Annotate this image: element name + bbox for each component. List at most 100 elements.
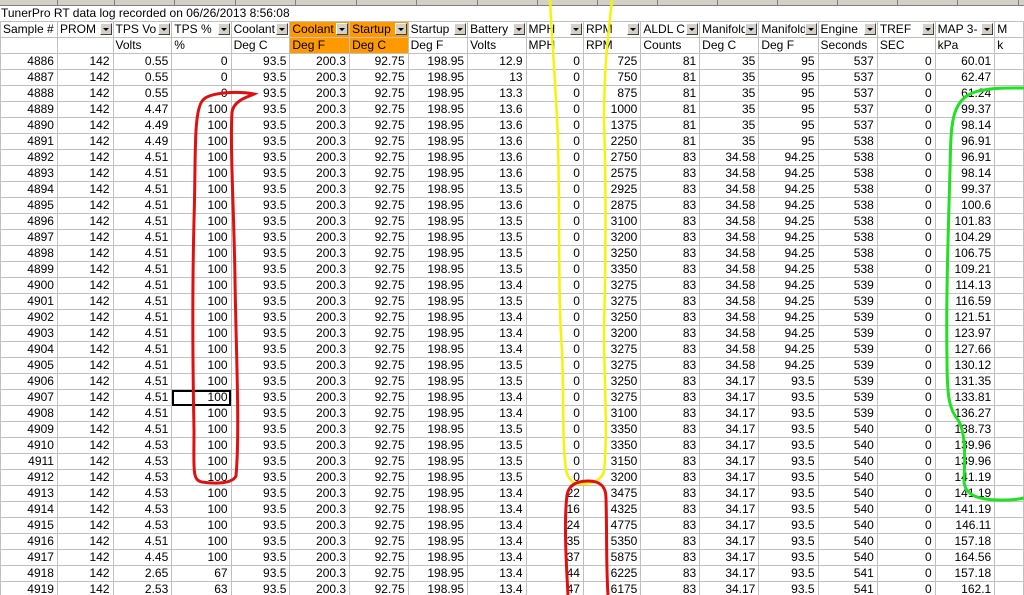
- table-cell[interactable]: 16: [525, 501, 584, 518]
- table-cell[interactable]: 4895: [0, 197, 58, 214]
- table-cell[interactable]: 83: [640, 485, 701, 502]
- table-cell[interactable]: 198.95: [407, 533, 469, 550]
- filter-dropdown-icon[interactable]: [745, 23, 758, 35]
- table-cell[interactable]: 200.3: [289, 533, 351, 550]
- table-cell[interactable]: 0: [525, 373, 584, 390]
- table-cell[interactable]: 34.17: [699, 421, 760, 438]
- table-cell[interactable]: 3350: [582, 437, 642, 454]
- table-cell[interactable]: 100: [171, 261, 232, 278]
- unit-cell[interactable]: [56, 37, 114, 54]
- table-cell[interactable]: 539: [817, 389, 878, 406]
- table-cell[interactable]: 35: [699, 101, 760, 118]
- table-cell[interactable]: 198.95: [407, 421, 469, 438]
- table-cell[interactable]: 540: [817, 453, 878, 470]
- table-cell[interactable]: 34.58: [699, 149, 760, 166]
- table-cell[interactable]: 93.5: [230, 581, 291, 595]
- table-cell[interactable]: 4.51: [112, 165, 173, 182]
- table-cell[interactable]: 34.17: [699, 485, 760, 502]
- table-cell[interactable]: 13.6: [467, 165, 527, 182]
- table-cell[interactable]: 540: [817, 469, 878, 486]
- table-cell[interactable]: 83: [640, 437, 701, 454]
- table-cell[interactable]: 200.3: [289, 421, 351, 438]
- table-cell[interactable]: 92.75: [349, 117, 409, 134]
- table-cell[interactable]: 83: [640, 469, 701, 486]
- table-cell[interactable]: 538: [817, 197, 878, 214]
- table-cell[interactable]: 0.55: [112, 53, 173, 70]
- table-cell[interactable]: 34.17: [699, 533, 760, 550]
- filter-dropdown-icon[interactable]: [276, 23, 289, 35]
- table-cell[interactable]: [994, 581, 1024, 595]
- table-cell[interactable]: 142: [56, 565, 114, 582]
- table-cell[interactable]: 92.75: [349, 197, 409, 214]
- table-cell[interactable]: 0: [525, 197, 584, 214]
- table-cell[interactable]: 0: [171, 85, 232, 102]
- table-cell[interactable]: 538: [817, 213, 878, 230]
- table-cell[interactable]: 0: [876, 181, 936, 198]
- table-cell[interactable]: 198.95: [407, 261, 469, 278]
- table-cell[interactable]: 95: [758, 101, 819, 118]
- table-cell[interactable]: 537: [817, 69, 878, 86]
- table-cell[interactable]: 0: [525, 53, 584, 70]
- table-cell[interactable]: 2575: [582, 165, 642, 182]
- table-cell[interactable]: 4.51: [112, 181, 173, 198]
- table-cell[interactable]: 92.75: [349, 69, 409, 86]
- table-cell[interactable]: 92.75: [349, 501, 409, 518]
- table-cell[interactable]: 4909: [0, 421, 58, 438]
- table-cell[interactable]: 92.75: [349, 389, 409, 406]
- table-cell[interactable]: 0: [876, 229, 936, 246]
- table-cell[interactable]: [994, 133, 1024, 150]
- table-cell[interactable]: 35: [699, 85, 760, 102]
- table-cell[interactable]: 93.5: [758, 405, 819, 422]
- table-cell[interactable]: 4914: [0, 501, 58, 518]
- table-cell[interactable]: 540: [817, 501, 878, 518]
- active-cell[interactable]: 100: [171, 389, 232, 406]
- table-cell[interactable]: 34.58: [699, 341, 760, 358]
- table-cell[interactable]: 93.5: [230, 421, 291, 438]
- table-cell[interactable]: 95: [758, 69, 819, 86]
- table-cell[interactable]: 0: [525, 453, 584, 470]
- table-cell[interactable]: 92.75: [349, 229, 409, 246]
- unit-cell[interactable]: Seconds: [817, 37, 878, 54]
- table-cell[interactable]: 136.27: [934, 405, 996, 422]
- table-cell[interactable]: 0: [876, 325, 936, 342]
- table-cell[interactable]: 4.51: [112, 149, 173, 166]
- table-cell[interactable]: 3250: [582, 373, 642, 390]
- table-cell[interactable]: 83: [640, 149, 701, 166]
- table-cell[interactable]: 94.25: [758, 341, 819, 358]
- table-cell[interactable]: 2.53: [112, 581, 173, 595]
- table-cell[interactable]: [994, 549, 1024, 566]
- table-cell[interactable]: 3275: [582, 357, 642, 374]
- table-cell[interactable]: 200.3: [289, 197, 351, 214]
- table-cell[interactable]: 538: [817, 261, 878, 278]
- table-cell[interactable]: 4916: [0, 533, 58, 550]
- table-cell[interactable]: 142: [56, 53, 114, 70]
- table-cell[interactable]: 34.58: [699, 293, 760, 310]
- table-cell[interactable]: 83: [640, 517, 701, 534]
- table-cell[interactable]: 142: [56, 133, 114, 150]
- table-cell[interactable]: 4.45: [112, 549, 173, 566]
- table-cell[interactable]: 3350: [582, 421, 642, 438]
- table-cell[interactable]: 83: [640, 533, 701, 550]
- table-cell[interactable]: 198.95: [407, 181, 469, 198]
- table-cell[interactable]: 34.17: [699, 389, 760, 406]
- table-cell[interactable]: 200.3: [289, 485, 351, 502]
- table-cell[interactable]: 541: [817, 565, 878, 582]
- table-cell[interactable]: 92.75: [349, 85, 409, 102]
- table-cell[interactable]: 540: [817, 485, 878, 502]
- table-cell[interactable]: 4901: [0, 293, 58, 310]
- table-cell[interactable]: 83: [640, 453, 701, 470]
- table-cell[interactable]: 100: [171, 213, 232, 230]
- table-cell[interactable]: 34.17: [699, 469, 760, 486]
- table-cell[interactable]: 34.58: [699, 325, 760, 342]
- table-cell[interactable]: 539: [817, 373, 878, 390]
- table-cell[interactable]: 4.49: [112, 133, 173, 150]
- unit-cell[interactable]: Deg F: [758, 37, 819, 54]
- table-cell[interactable]: 93.5: [230, 405, 291, 422]
- table-cell[interactable]: 4897: [0, 229, 58, 246]
- table-cell[interactable]: 81: [640, 133, 701, 150]
- table-cell[interactable]: 5350: [582, 533, 642, 550]
- table-cell[interactable]: 200.3: [289, 341, 351, 358]
- table-cell[interactable]: [994, 453, 1024, 470]
- table-cell[interactable]: 93.5: [230, 53, 291, 70]
- table-cell[interactable]: 142: [56, 453, 114, 470]
